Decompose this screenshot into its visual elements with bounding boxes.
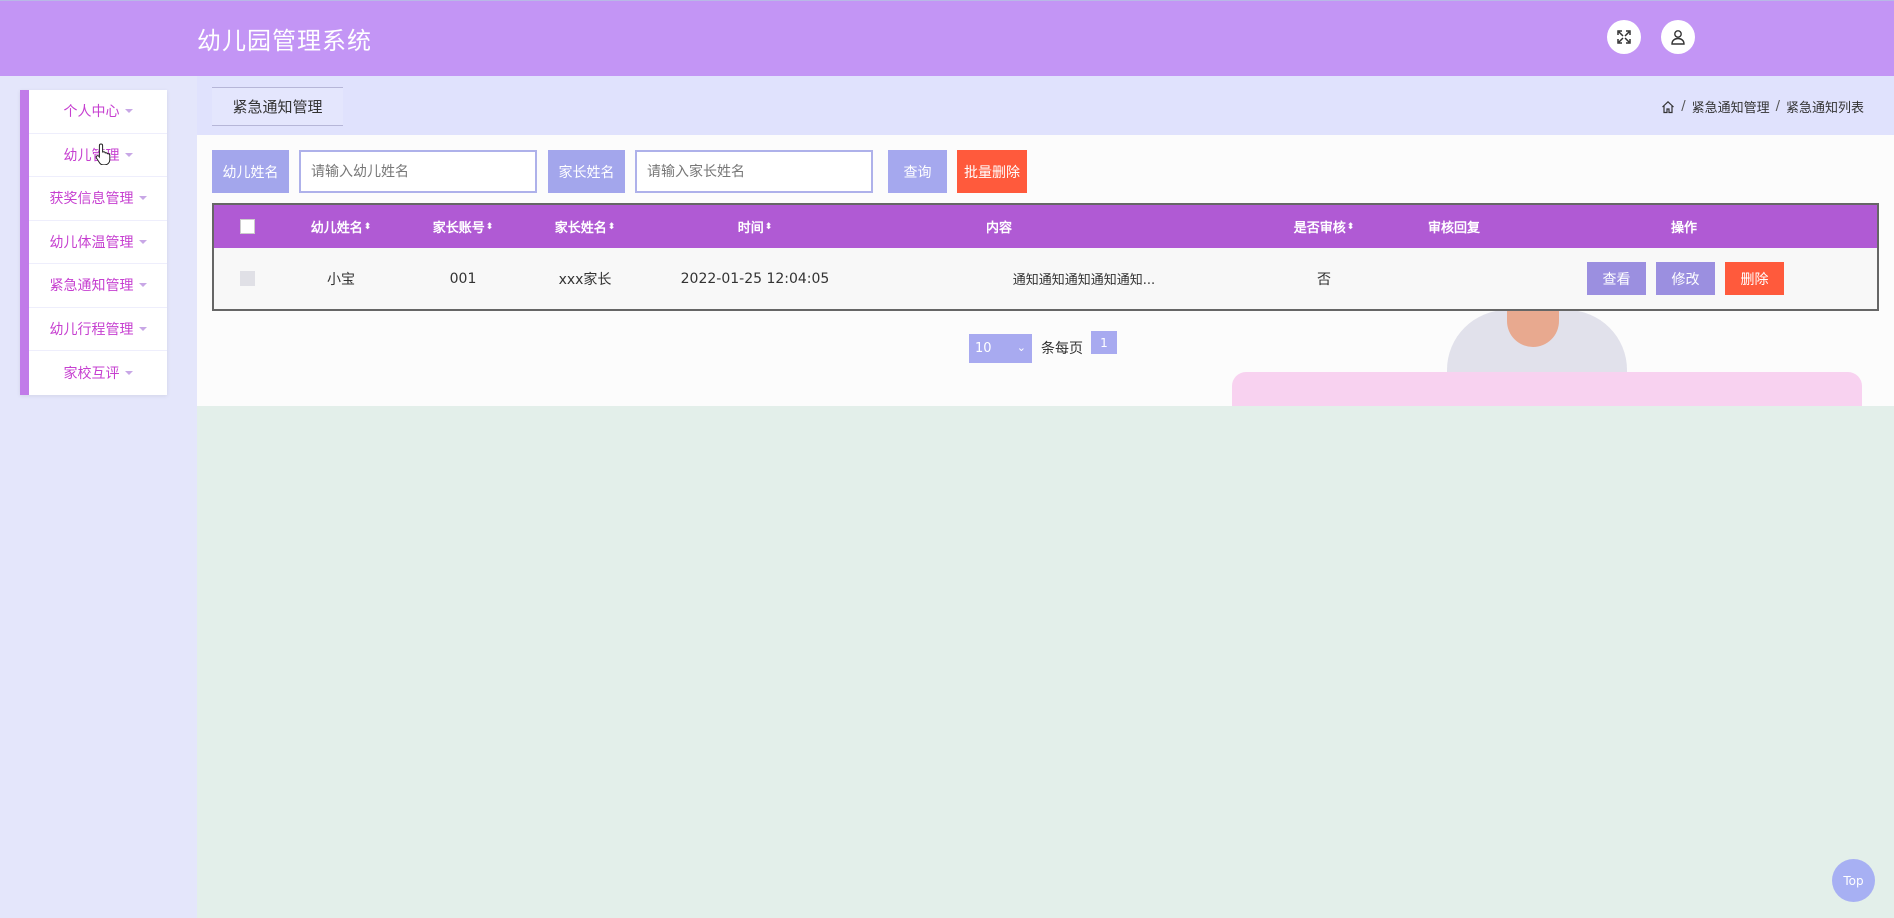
sort-icon: ⬍ (607, 221, 616, 232)
page-size-value: 10 (975, 341, 992, 356)
page-size-select[interactable]: 10 ⌄ (969, 334, 1032, 363)
page-title-tab[interactable]: 紧急通知管理 (212, 87, 343, 126)
column-header-parent-account[interactable]: 家长账号 ⬍ (402, 205, 524, 248)
app-title: 幼儿园管理系统 (197, 27, 372, 55)
back-to-top-button[interactable]: Top (1832, 859, 1875, 902)
sort-icon: ⬍ (363, 221, 372, 232)
cell-parent-account: 001 (449, 270, 477, 287)
column-header-audited[interactable]: 是否审核 ⬍ (1234, 205, 1414, 248)
fullscreen-button[interactable] (1607, 20, 1641, 54)
breadcrumb-bar: 紧急通知管理 / 紧急通知管理 / 紧急通知列表 (197, 76, 1894, 135)
query-button[interactable]: 查询 (888, 150, 947, 193)
sidebar-item-award-management[interactable]: 获奖信息管理 (29, 177, 167, 221)
caret-down-icon (124, 109, 133, 114)
background-area (197, 406, 1894, 918)
caret-down-icon (124, 152, 133, 157)
sidebar-item-label: 家校互评 (63, 365, 120, 382)
sidebar-item-temperature-management[interactable]: 幼儿体温管理 (29, 221, 167, 264)
per-page-label: 条每页 (1041, 341, 1083, 357)
column-header-content: 内容 (985, 221, 1012, 236)
caret-down-icon (138, 283, 147, 288)
breadcrumb-separator: / (1681, 99, 1686, 114)
cell-audited: 否 (1317, 271, 1331, 288)
sort-icon: ⬍ (1346, 221, 1355, 232)
cell-child-name: 小宝 (327, 271, 355, 288)
fullscreen-icon (1617, 30, 1631, 44)
parent-name-label: 家长姓名 (548, 150, 625, 193)
breadcrumb-separator: / (1775, 99, 1780, 114)
caret-down-icon (124, 370, 133, 375)
top-header: 幼儿园管理系统 (0, 0, 1894, 76)
cell-parent-name: xxx家长 (558, 271, 612, 288)
row-checkbox[interactable] (239, 271, 255, 286)
sidebar-item-personal-center[interactable]: 个人中心 (29, 90, 167, 134)
notice-table: 幼儿姓名 ⬍ 家长账号 ⬍ 家长姓名 ⬍ 时间 ⬍ 内容 是否审核 ⬍ 审核回复 操作 (212, 203, 1879, 311)
cell-time: 2022-01-25 12:04:05 (680, 270, 830, 287)
column-header-audit-reply: 审核回复 (1427, 221, 1480, 236)
sidebar-item-label: 个人中心 (63, 104, 120, 121)
child-name-input[interactable] (299, 150, 537, 193)
background-illustration (1232, 372, 1862, 406)
sidebar-item-emergency-notice[interactable]: 紧急通知管理 (29, 264, 167, 308)
edit-button[interactable]: 修改 (1656, 262, 1715, 295)
breadcrumb-item: 紧急通知列表 (1785, 101, 1864, 116)
hand-cursor-icon (95, 143, 111, 165)
parent-name-input[interactable] (635, 150, 873, 193)
table-header: 幼儿姓名 ⬍ 家长账号 ⬍ 家长姓名 ⬍ 时间 ⬍ 内容 是否审核 ⬍ 审核回复 操作 (214, 205, 1877, 248)
chevron-down-icon: ⌄ (1016, 341, 1026, 354)
sidebar-item-label: 幼儿行程管理 (49, 321, 134, 338)
breadcrumb-item[interactable]: 紧急通知管理 (1692, 97, 1770, 116)
column-header-child-name[interactable]: 幼儿姓名 ⬍ (280, 205, 402, 248)
column-header-time[interactable]: 时间 ⬍ (646, 205, 864, 248)
delete-button[interactable]: 删除 (1725, 262, 1784, 295)
cell-audit-reply (1394, 248, 1514, 309)
sort-icon: ⬍ (485, 221, 494, 232)
view-button[interactable]: 查看 (1587, 262, 1646, 295)
page-number-button[interactable]: 1 (1091, 331, 1117, 354)
column-header-actions: 操作 (1670, 221, 1697, 236)
user-button[interactable] (1661, 20, 1695, 54)
sidebar-item-label: 获奖信息管理 (49, 191, 134, 208)
home-icon[interactable] (1661, 100, 1675, 114)
select-all-cell (214, 205, 280, 248)
sidebar-item-home-school-review[interactable]: 家校互评 (29, 351, 167, 395)
sidebar-item-itinerary-management[interactable]: 幼儿行程管理 (29, 308, 167, 351)
user-icon (1671, 30, 1685, 45)
batch-delete-button[interactable]: 批量删除 (957, 150, 1027, 193)
row-select-cell (214, 248, 280, 309)
caret-down-icon (138, 326, 147, 331)
table-row: 小宝 001 xxx家长 2022-01-25 12:04:05 通知通知通知通… (214, 248, 1877, 309)
caret-down-icon (138, 239, 147, 244)
sidebar-item-label: 紧急通知管理 (49, 278, 134, 295)
caret-down-icon (138, 196, 147, 201)
main-content: 幼儿姓名 家长姓名 查询 批量删除 幼儿姓名⬍ 家长账号⬍ 家长姓名⬍ 时间⬍ … (197, 135, 1894, 406)
breadcrumb: / 紧急通知管理 / 紧急通知列表 (1661, 97, 1864, 116)
column-header-parent-name[interactable]: 家长姓名 ⬍ (524, 205, 646, 248)
child-name-label: 幼儿姓名 (212, 150, 289, 193)
sort-icon: ⬍ (764, 221, 773, 232)
sidebar-item-label: 幼儿体温管理 (49, 234, 134, 251)
select-all-checkbox[interactable] (239, 219, 255, 234)
sidebar: 个人中心 幼儿管理 获奖信息管理 幼儿体温管理 紧急通知管理 幼儿行程管理 家校… (20, 90, 167, 395)
